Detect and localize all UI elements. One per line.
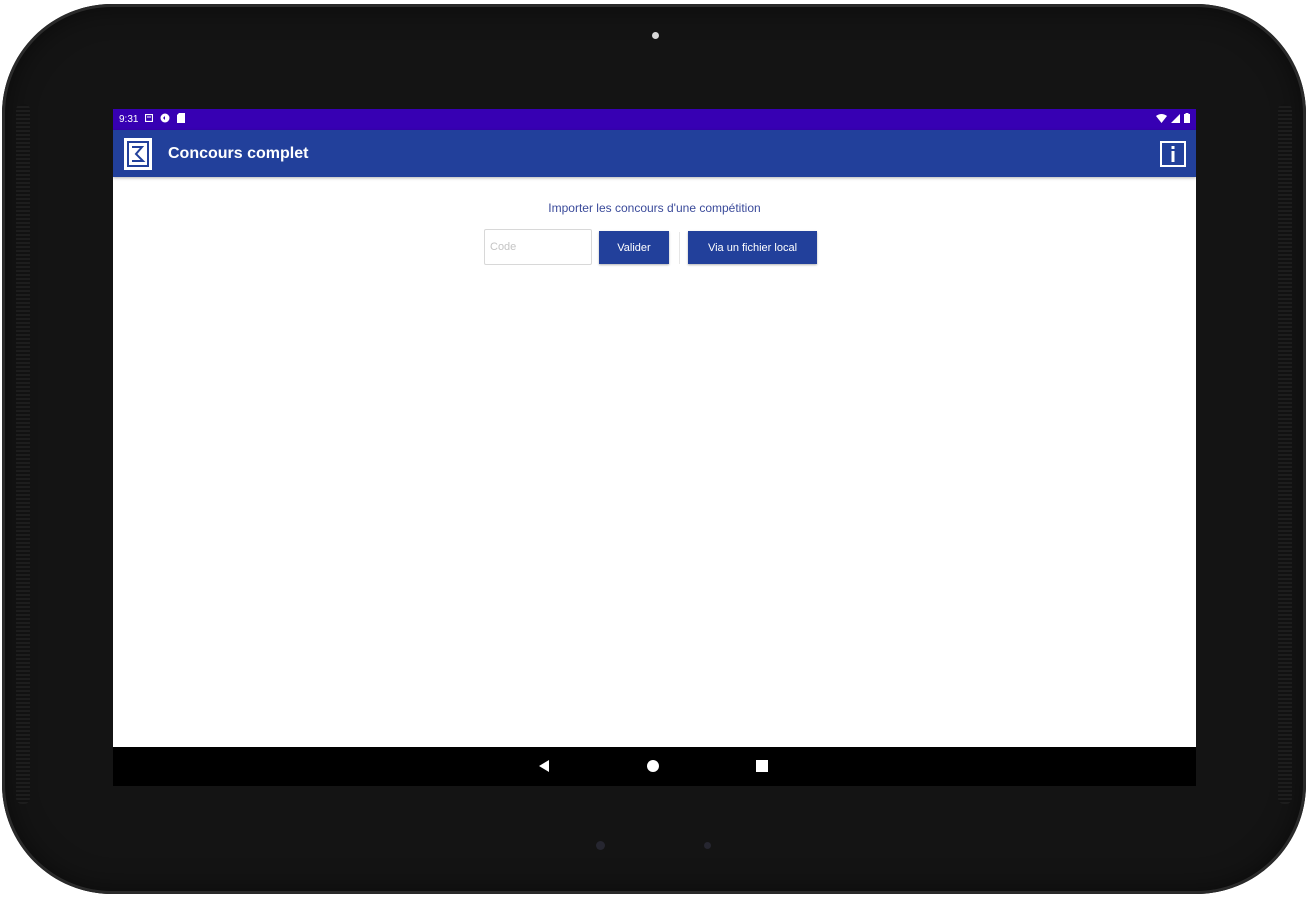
- back-icon: [539, 760, 549, 772]
- front-camera: [652, 32, 659, 39]
- recents-button[interactable]: [755, 759, 769, 778]
- code-input[interactable]: [484, 229, 592, 265]
- validate-button[interactable]: Valider: [599, 231, 669, 264]
- import-heading: Importer les concours d'une compétition: [548, 201, 761, 215]
- sensor-dot-left: [596, 841, 605, 850]
- navigation-bar: [113, 747, 1196, 786]
- info-icon: [1171, 145, 1175, 162]
- sync-icon: [160, 113, 170, 126]
- notification-icon: [145, 113, 154, 125]
- status-time: 9:31: [119, 114, 139, 125]
- sd-card-icon: [177, 113, 186, 126]
- speaker-grille-left: [16, 104, 30, 804]
- wifi-icon: [1156, 113, 1167, 126]
- back-button[interactable]: [537, 759, 551, 778]
- battery-icon: [1184, 113, 1190, 126]
- signal-icon: [1171, 113, 1180, 126]
- app-bar: Concours complet: [113, 130, 1196, 177]
- speaker-grille-right: [1278, 104, 1292, 804]
- app-logo-icon: [124, 137, 152, 170]
- recents-icon: [756, 760, 768, 772]
- home-button[interactable]: [646, 759, 660, 778]
- home-icon: [647, 760, 659, 772]
- device-screen: 9:31 Concours complet Importer les conco…: [113, 109, 1196, 786]
- page-title: Concours complet: [168, 144, 309, 162]
- status-bar: 9:31: [113, 109, 1196, 130]
- sensor-dot-right: [704, 842, 711, 849]
- info-button[interactable]: [1160, 140, 1186, 167]
- button-divider: [679, 232, 680, 264]
- local-file-button[interactable]: Via un fichier local: [688, 231, 817, 264]
